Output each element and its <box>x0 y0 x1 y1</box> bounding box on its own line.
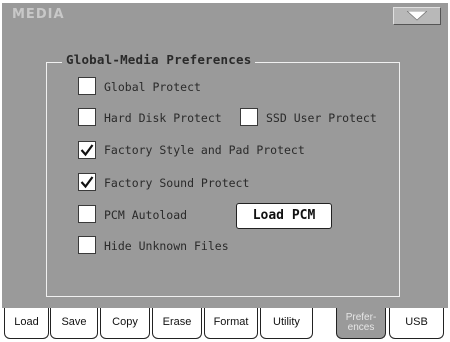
checkmark-icon <box>80 176 94 189</box>
factory-style-pad-protect-label: Factory Style and Pad Protect <box>104 143 305 157</box>
tab-load[interactable]: Load <box>4 308 49 339</box>
ssd-user-protect-checkbox[interactable] <box>240 108 258 126</box>
tab-usb[interactable]: USB <box>389 308 444 339</box>
factory-sound-protect-checkbox[interactable] <box>78 173 96 191</box>
pcm-autoload-label: PCM Autoload <box>104 208 188 222</box>
hide-unknown-files-checkbox[interactable] <box>78 236 96 254</box>
hard-disk-protect-label: Hard Disk Protect <box>104 111 222 125</box>
hide-unknown-files-label: Hide Unknown Files <box>104 239 229 253</box>
factory-style-pad-protect-checkbox[interactable] <box>78 141 96 159</box>
load-pcm-button[interactable]: Load PCM <box>236 203 332 229</box>
pcm-autoload-checkbox[interactable] <box>78 205 96 223</box>
tab-copy[interactable]: Copy <box>100 308 150 339</box>
tab-erase[interactable]: Erase <box>152 308 202 339</box>
global-protect-label: Global Protect <box>104 80 201 94</box>
tab-preferences-label-line2: ences <box>347 322 375 333</box>
tab-bar: Load Save Copy Erase Format Utility Pref… <box>2 308 448 340</box>
page-menu-button[interactable] <box>393 7 441 25</box>
tab-preferences[interactable]: Prefer- ences <box>336 308 386 339</box>
global-protect-checkbox[interactable] <box>78 77 96 95</box>
group-title: Global-Media Preferences <box>62 52 256 67</box>
tab-format[interactable]: Format <box>204 308 258 339</box>
ssd-user-protect-label: SSD User Protect <box>266 111 377 125</box>
media-screen: MEDIA Global-Media Preferences Global Pr… <box>0 0 450 342</box>
tab-save[interactable]: Save <box>50 308 98 339</box>
triangle-down-icon <box>407 11 427 21</box>
app-title: MEDIA <box>12 7 65 22</box>
title-bar: MEDIA <box>2 3 448 27</box>
hard-disk-protect-checkbox[interactable] <box>78 108 96 126</box>
checkmark-icon <box>80 144 94 157</box>
tab-utility[interactable]: Utility <box>260 308 313 339</box>
factory-sound-protect-label: Factory Sound Protect <box>104 176 250 190</box>
